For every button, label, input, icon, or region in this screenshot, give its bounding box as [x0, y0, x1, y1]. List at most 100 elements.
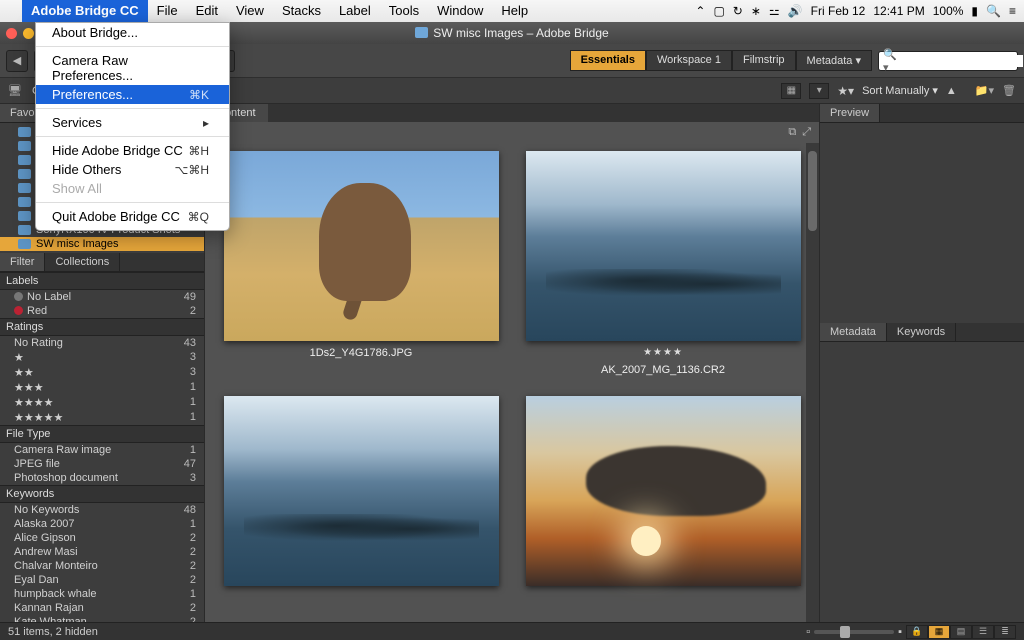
airplay-icon[interactable]: ▢	[713, 4, 724, 18]
thumbnail-area[interactable]: 1Ds2_Y4G1786.JPG★★★★AK_2007_MG_1136.CR2	[205, 143, 819, 622]
filter-row[interactable]: ★★★★1	[0, 395, 204, 410]
folder-item[interactable]: SW misc Images	[0, 237, 204, 251]
battery-percent[interactable]: 100%	[933, 4, 964, 18]
dropbox-icon[interactable]: ⌃	[695, 4, 705, 18]
view-options-button[interactable]: ▾	[809, 83, 829, 99]
view-mode-thumb[interactable]: ▤	[950, 625, 972, 639]
thumbnail-image[interactable]	[526, 396, 801, 586]
filter-row[interactable]: Chalvar Monteiro2	[0, 559, 204, 573]
filter-row[interactable]: ★★3	[0, 365, 204, 380]
thumbnail[interactable]: 1Ds2_Y4G1786.JPG	[219, 151, 503, 376]
sort-dropdown[interactable]: Sort Manually ▾	[862, 84, 938, 97]
filter-section-header[interactable]: Ratings	[0, 318, 204, 336]
computer-icon[interactable]: 🖥	[8, 84, 22, 97]
filter-row[interactable]: Andrew Masi2	[0, 545, 204, 559]
menu-window[interactable]: Window	[428, 0, 492, 22]
battery-icon[interactable]: ▮	[971, 4, 978, 18]
tab-keywords[interactable]: Keywords	[887, 323, 956, 341]
thumbnail-image[interactable]	[224, 151, 499, 341]
filter-row[interactable]: Camera Raw image1	[0, 443, 204, 457]
filter-row[interactable]: Photoshop document3	[0, 471, 204, 485]
workspace-metadata[interactable]: Metadata ▾	[796, 50, 872, 71]
new-folder-button[interactable]: 📁▾	[975, 84, 994, 97]
tab-metadata[interactable]: Metadata	[820, 323, 887, 341]
sync-icon[interactable]: ↻	[733, 4, 743, 18]
menu-tools[interactable]: Tools	[380, 0, 428, 22]
filter-row[interactable]: Red2	[0, 304, 204, 318]
workspace-essentials[interactable]: Essentials	[570, 50, 646, 71]
view-mode-grid[interactable]: ▦	[928, 625, 950, 639]
wifi-icon[interactable]: ⚍	[769, 4, 780, 18]
filter-section-header[interactable]: Keywords	[0, 485, 204, 503]
filter-row[interactable]: Kannan Rajan2	[0, 601, 204, 615]
tab-filter[interactable]: Filter	[0, 253, 45, 271]
filter-row[interactable]: No Label49	[0, 290, 204, 304]
sort-direction-button[interactable]: ▲	[946, 85, 957, 97]
view-grid-button[interactable]: ▦	[781, 83, 801, 99]
filter-section-header[interactable]: File Type	[0, 425, 204, 443]
thumbnail-image[interactable]	[224, 396, 499, 586]
tab-preview[interactable]: Preview	[820, 104, 880, 122]
thumbnail[interactable]: ★★★★AK_2007_MG_1136.CR2	[521, 151, 805, 376]
search-field[interactable]: 🔍▾	[878, 51, 1018, 71]
thumbnail-image[interactable]	[526, 151, 801, 341]
new-window-icon[interactable]: ⧉	[788, 126, 796, 139]
menu-hide-bridge[interactable]: Hide Adobe Bridge CC⌘H	[36, 141, 229, 160]
filter-row[interactable]: humpback whale1	[0, 587, 204, 601]
right-sidebar: Preview Metadata Keywords	[819, 104, 1024, 622]
content-tabs: Content	[205, 104, 819, 122]
thumb-smaller-button[interactable]: ▫	[806, 626, 810, 638]
menu-show-all: Show All	[36, 179, 229, 198]
workspace-filmstrip[interactable]: Filmstrip	[732, 50, 796, 71]
volume-icon[interactable]: 🔊	[788, 4, 803, 18]
view-mode-lock[interactable]: 🔒	[906, 625, 928, 639]
metadata-area	[820, 342, 1024, 622]
filter-row[interactable]: No Rating43	[0, 336, 204, 350]
menu-hide-others[interactable]: Hide Others⌥⌘H	[36, 160, 229, 179]
view-mode-list[interactable]: ≣	[994, 625, 1016, 639]
filter-row[interactable]: JPEG file47	[0, 457, 204, 471]
spotlight-icon[interactable]: 🔍	[986, 4, 1001, 18]
menu-help[interactable]: Help	[492, 0, 537, 22]
folder-icon	[18, 127, 31, 137]
filter-row[interactable]: ★3	[0, 350, 204, 365]
back-button[interactable]: ◀	[6, 50, 28, 72]
menu-app[interactable]: Adobe Bridge CC	[22, 0, 148, 22]
tab-collections[interactable]: Collections	[45, 253, 120, 271]
filter-star-button[interactable]: ★▾	[837, 84, 854, 98]
menu-quit[interactable]: Quit Adobe Bridge CC⌘Q	[36, 207, 229, 226]
menu-services[interactable]: Services▸	[36, 113, 229, 132]
filter-row[interactable]: No Keywords48	[0, 503, 204, 517]
filter-row[interactable]: ★★★★★1	[0, 410, 204, 425]
menu-label[interactable]: Label	[330, 0, 380, 22]
expand-icon[interactable]: ⤢	[802, 126, 811, 139]
filter-row[interactable]: Kate Whatman2	[0, 615, 204, 622]
menu-preferences[interactable]: Preferences...⌘K	[36, 85, 229, 104]
filter-row[interactable]: Alice Gipson2	[0, 531, 204, 545]
app-menu-dropdown: About Bridge... Camera Raw Preferences..…	[35, 22, 230, 231]
thumbnail[interactable]	[219, 396, 503, 586]
filter-row[interactable]: Eyal Dan2	[0, 573, 204, 587]
menu-camera-raw-prefs[interactable]: Camera Raw Preferences...	[36, 51, 229, 85]
time[interactable]: 12:41 PM	[873, 4, 924, 18]
menu-stacks[interactable]: Stacks	[273, 0, 330, 22]
filter-row[interactable]: ★★★1	[0, 380, 204, 395]
menu-edit[interactable]: Edit	[187, 0, 227, 22]
thumbnail[interactable]	[521, 396, 805, 586]
thumb-larger-button[interactable]: ▪	[898, 626, 902, 638]
menu-about-bridge[interactable]: About Bridge...	[36, 23, 229, 42]
view-mode-details[interactable]: ☰	[972, 625, 994, 639]
bluetooth-icon[interactable]: ∗	[751, 4, 761, 18]
folder-label: SW misc Images	[36, 238, 119, 250]
filter-section-header[interactable]: Labels	[0, 272, 204, 290]
workspace-1[interactable]: Workspace 1	[646, 50, 732, 71]
search-input[interactable]	[900, 55, 1023, 67]
menu-file[interactable]: File	[148, 0, 187, 22]
filter-row[interactable]: Alaska 20071	[0, 517, 204, 531]
trash-button[interactable]: 🗑	[1002, 84, 1016, 97]
thumb-size-slider[interactable]	[814, 630, 894, 634]
date[interactable]: Fri Feb 12	[811, 4, 866, 18]
menu-view[interactable]: View	[227, 0, 273, 22]
notifications-icon[interactable]: ≡	[1009, 4, 1016, 18]
content-scrollbar[interactable]	[806, 143, 819, 622]
